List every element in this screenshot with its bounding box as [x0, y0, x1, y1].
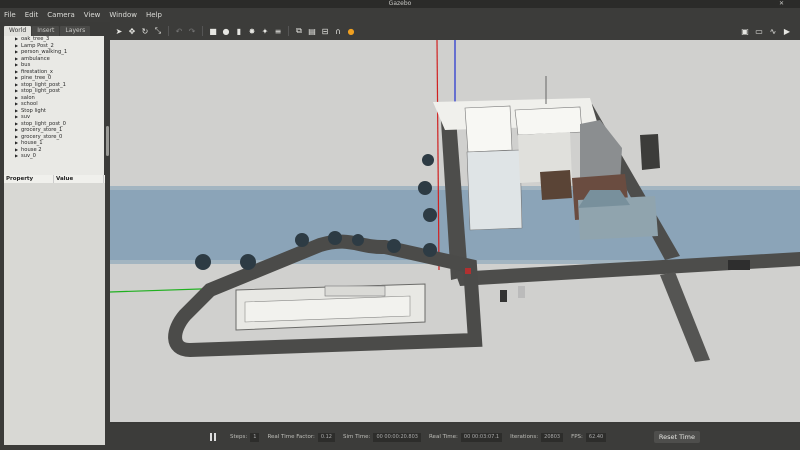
- tree-item-label: Lamp Post_2: [21, 42, 54, 49]
- tree-item-label: house_1: [21, 140, 43, 146]
- rtf-value: 0.12: [317, 432, 335, 442]
- menu-help[interactable]: Help: [146, 8, 162, 22]
- align-icon[interactable]: ⊟: [320, 26, 330, 36]
- orange-light-icon[interactable]: ●: [346, 26, 356, 36]
- 3d-viewport[interactable]: [110, 40, 800, 422]
- fps-label: FPS:: [571, 434, 583, 440]
- translate-icon[interactable]: ✥: [127, 26, 137, 36]
- steps-label: Steps:: [230, 434, 248, 440]
- tree-item[interactable]: ▶ suv_0: [4, 153, 104, 160]
- tree-item-label: suv_0: [21, 153, 36, 159]
- plot-icon[interactable]: ∿: [768, 26, 778, 36]
- tree-item-label: grocery_store_0: [21, 133, 63, 140]
- tree-item-label: house 2: [21, 146, 42, 153]
- real-time-value: 00 00:03:07.1: [460, 432, 503, 442]
- toolbar-separator: [202, 26, 203, 36]
- tree-item-label: pine_tree_0: [21, 75, 52, 81]
- close-icon[interactable]: ✕: [779, 0, 784, 8]
- property-table: [4, 183, 105, 445]
- left-panel: World Insert Layers ▶ oak_tree_3 ▶ Lamp Pos…: [0, 22, 110, 450]
- cylinder-icon[interactable]: ▮: [234, 26, 244, 36]
- rtf-label: Real Time Factor:: [267, 434, 315, 440]
- tree-item-label: stop_light_post_0: [21, 120, 66, 127]
- redo-icon[interactable]: ↷: [187, 26, 197, 36]
- tree-item-label: stop_light_post: [21, 88, 61, 94]
- scale-icon[interactable]: ⤡: [153, 26, 163, 36]
- menu-window[interactable]: Window: [109, 8, 137, 22]
- steps-input[interactable]: 1: [250, 432, 260, 442]
- tree-item-label: bus: [21, 62, 31, 68]
- gazebo-window: Gazebo ✕ File Edit Camera View Window He…: [0, 0, 800, 450]
- menu-file[interactable]: File: [4, 8, 16, 22]
- world-tree[interactable]: ▶ oak_tree_3 ▶ Lamp Post_2 ▶ person_walking_1…: [4, 36, 104, 176]
- screenshot-icon[interactable]: ▣: [740, 26, 750, 36]
- log-icon[interactable]: ▭: [754, 26, 764, 36]
- tree-item-label: grocery_store_1: [21, 127, 63, 133]
- scene-render: [110, 40, 800, 422]
- title-bar: Gazebo ✕: [0, 0, 800, 8]
- tree-item-label: salon: [21, 94, 35, 101]
- property-column-header: Property: [4, 175, 54, 183]
- fps-value: 62.40: [585, 432, 607, 442]
- iterations-value: 20803: [541, 432, 564, 442]
- property-header: Property Value: [4, 175, 105, 183]
- status-bar: Steps: 1 Real Time Factor: 0.12 Sim Time…: [110, 424, 800, 450]
- toolbar: ➤ ✥ ↻ ⤡ ↶ ↷ ■ ● ▮ ✸ ✦ ≡ ⧉ ▤ ⊟ ∩ ● ▣ ▭ ∿ ▶: [110, 22, 800, 40]
- tree-item-label: school: [21, 101, 38, 107]
- box-icon[interactable]: ■: [208, 26, 218, 36]
- tree-item-label: suv: [21, 114, 31, 120]
- snap-icon[interactable]: ∩: [333, 26, 343, 36]
- sim-time-value: 00 00:00:20.803: [373, 432, 421, 442]
- copy-icon[interactable]: ⧉: [294, 26, 304, 36]
- point-light-icon[interactable]: ✸: [247, 26, 257, 36]
- menu-bar: File Edit Camera View Window Help: [0, 8, 800, 22]
- toolbar-separator: [288, 26, 289, 36]
- sphere-icon[interactable]: ●: [221, 26, 231, 36]
- video-icon[interactable]: ▶: [782, 26, 792, 36]
- tab-insert[interactable]: Insert: [32, 26, 60, 36]
- reset-time-button[interactable]: Reset Time: [653, 431, 700, 443]
- directional-light-icon[interactable]: ≡: [273, 26, 283, 36]
- tree-item-label: stop_light_post_1: [21, 81, 66, 88]
- spot-light-icon[interactable]: ✦: [260, 26, 270, 36]
- tree-item-label: person_walking_1: [21, 49, 68, 55]
- tree-item-label: firestation_x: [21, 68, 53, 75]
- menu-view[interactable]: View: [84, 8, 101, 22]
- menu-edit[interactable]: Edit: [25, 8, 39, 22]
- pause-icon[interactable]: [210, 433, 216, 441]
- tree-item-label: Stop light: [21, 107, 46, 114]
- panel-tabs: World Insert Layers: [4, 26, 91, 36]
- window-title: Gazebo: [388, 0, 412, 7]
- iterations-label: Iterations:: [510, 434, 539, 440]
- toolbar-separator: [168, 26, 169, 36]
- expand-arrow-icon[interactable]: ▶: [15, 153, 18, 160]
- select-icon[interactable]: ➤: [114, 26, 124, 36]
- real-time-label: Real Time:: [428, 434, 458, 440]
- value-column-header: Value: [54, 175, 104, 183]
- tab-world[interactable]: World: [4, 26, 32, 36]
- sim-time-label: Sim Time:: [342, 434, 371, 440]
- tab-layers[interactable]: Layers: [60, 26, 91, 36]
- menu-camera[interactable]: Camera: [47, 8, 74, 22]
- rotate-icon[interactable]: ↻: [140, 26, 150, 36]
- tree-item-label: oak_tree_3: [21, 36, 50, 42]
- paste-icon[interactable]: ▤: [307, 26, 317, 36]
- undo-icon[interactable]: ↶: [174, 26, 184, 36]
- toolbar-right-group: ▣ ▭ ∿ ▶: [740, 26, 792, 36]
- tree-item-label: ambulance: [21, 55, 50, 62]
- tree-scrollbar[interactable]: [106, 126, 109, 156]
